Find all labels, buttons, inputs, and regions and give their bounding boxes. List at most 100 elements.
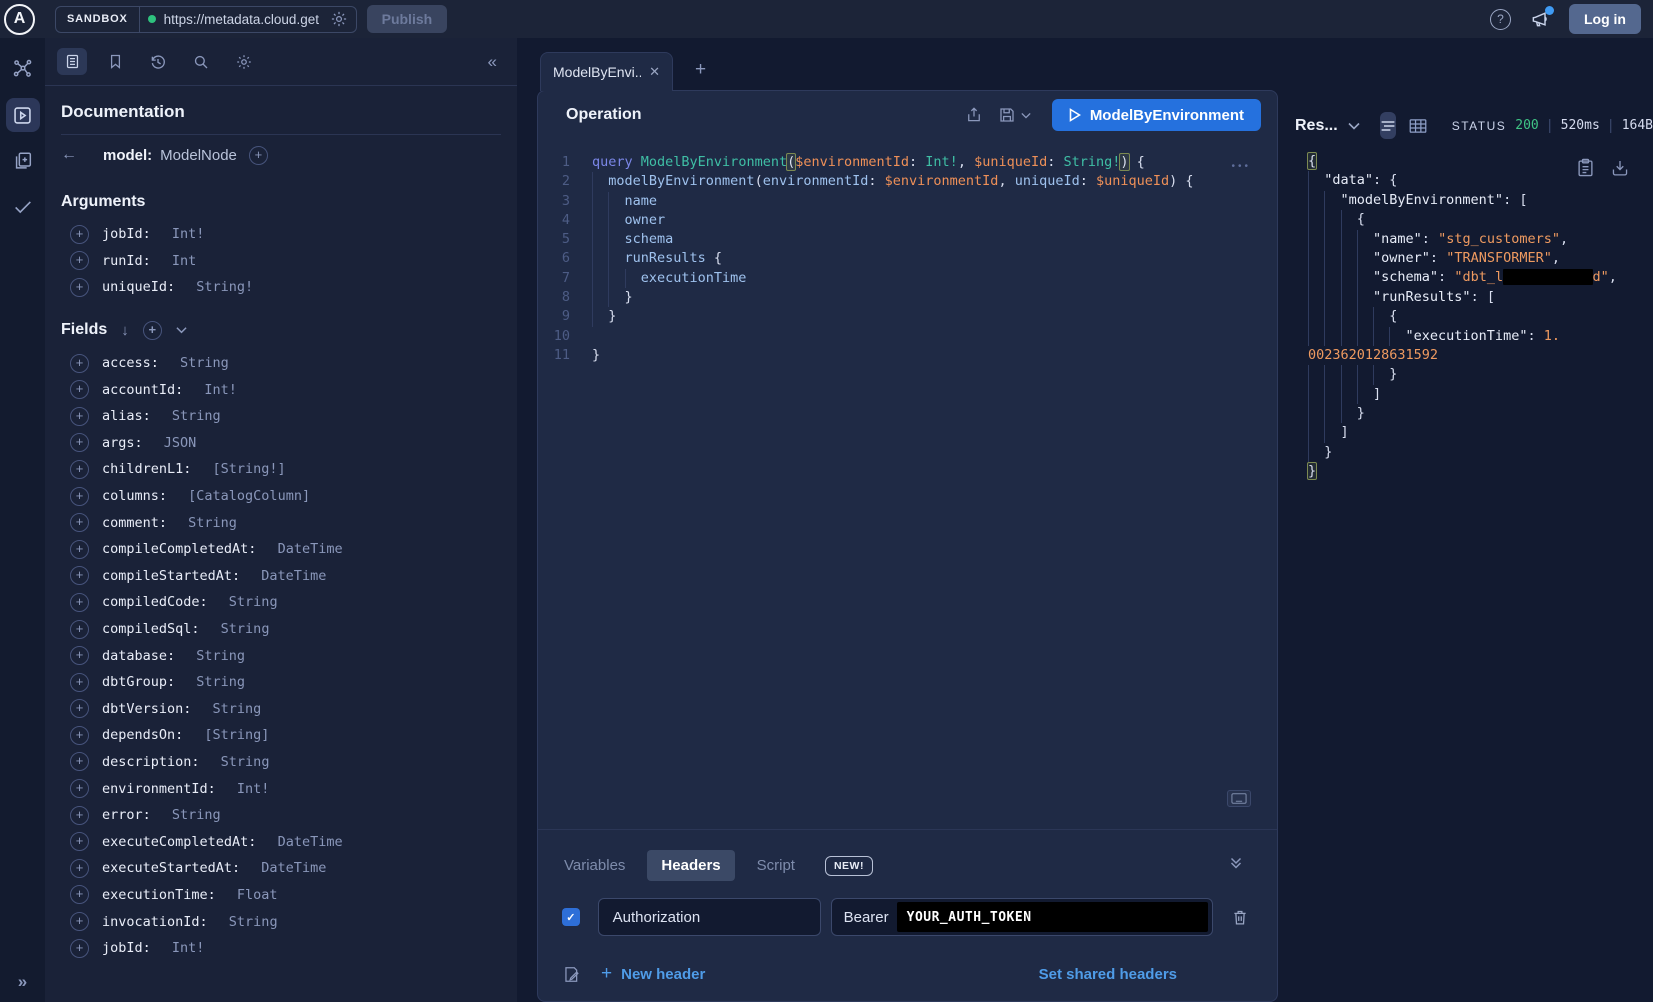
search-icon[interactable] (186, 48, 216, 75)
add-type-icon[interactable]: + (249, 146, 268, 165)
add-to-query-icon[interactable]: + (70, 673, 89, 692)
field-row[interactable]: +comment: String (61, 509, 501, 536)
field-row[interactable]: +alias: String (61, 403, 501, 430)
new-header-button[interactable]: + New header (601, 963, 705, 985)
add-to-query-icon[interactable]: + (70, 646, 89, 665)
delete-header-trash-icon[interactable] (1231, 908, 1249, 927)
field-row[interactable]: +args: JSON (61, 430, 501, 457)
field-row[interactable]: +database: String (61, 642, 501, 669)
copy-response-icon[interactable] (1577, 158, 1594, 177)
header-name-input[interactable]: Authorization (598, 898, 821, 936)
field-row[interactable]: +environmentId: Int! (61, 775, 501, 802)
save-chevron-down-icon[interactable] (1021, 112, 1031, 119)
add-to-query-icon[interactable]: + (70, 513, 89, 532)
field-row[interactable]: +columns: [CatalogColumn] (61, 483, 501, 510)
field-row[interactable]: +description: String (61, 749, 501, 776)
collapse-bottom-panel-icon[interactable] (1229, 856, 1243, 870)
field-row[interactable]: +dbtVersion: String (61, 696, 501, 723)
checklist-icon[interactable] (6, 190, 40, 224)
add-to-query-icon[interactable]: + (70, 540, 89, 559)
edit-headers-json-icon[interactable] (562, 965, 581, 984)
add-to-query-icon[interactable]: + (70, 433, 89, 452)
explorer-icon[interactable] (6, 98, 40, 132)
graphql-editor[interactable]: 1query ModelByEnvironment($environmentId… (538, 139, 1277, 829)
add-to-query-icon[interactable]: + (70, 752, 89, 771)
field-row[interactable]: +error: String (61, 802, 501, 829)
add-to-query-icon[interactable]: + (70, 251, 89, 270)
apollo-logo-icon[interactable]: A (4, 4, 35, 35)
auth-token-redacted-box[interactable]: YOUR_AUTH_TOKEN (897, 902, 1208, 932)
table-view-icon[interactable] (1409, 118, 1427, 134)
new-tab-icon[interactable]: + (695, 59, 706, 81)
announcements-megaphone-icon[interactable] (1529, 9, 1551, 29)
field-row[interactable]: +dbtGroup: String (61, 669, 501, 696)
add-to-query-icon[interactable]: + (70, 566, 89, 585)
add-to-query-icon[interactable]: + (70, 859, 89, 878)
add-to-query-icon[interactable]: + (70, 487, 89, 506)
run-operation-button[interactable]: ModelByEnvironment (1052, 99, 1261, 131)
field-row[interactable]: +compileStartedAt: DateTime (61, 563, 501, 590)
add-to-query-icon[interactable]: + (70, 779, 89, 798)
history-icon[interactable] (143, 48, 173, 75)
operation-tab[interactable]: ModelByEnvi... ✕ (540, 52, 673, 91)
add-to-query-icon[interactable]: + (70, 885, 89, 904)
response-chevron-down-icon[interactable] (1348, 122, 1360, 130)
add-to-query-icon[interactable]: + (70, 699, 89, 718)
settings-gear-icon[interactable] (229, 48, 259, 75)
sort-down-icon[interactable]: ↓ (121, 322, 129, 339)
field-row[interactable]: +executeCompletedAt: DateTime (61, 828, 501, 855)
response-json[interactable]: {"data": {"modelByEnvironment": [{"name"… (1295, 152, 1653, 482)
tab-variables[interactable]: Variables (562, 850, 627, 881)
endpoint-url-group[interactable]: https://metadata.cloud.get (140, 10, 356, 28)
add-to-query-icon[interactable]: + (70, 726, 89, 745)
field-row[interactable]: +executeStartedAt: DateTime (61, 855, 501, 882)
keyboard-shortcuts-icon[interactable] (1227, 790, 1251, 807)
chevron-down-icon[interactable] (176, 326, 187, 334)
field-row[interactable]: +compiledCode: String (61, 589, 501, 616)
argument-row[interactable]: +uniqueId: String! (61, 274, 501, 301)
publish-button[interactable]: Publish (367, 5, 448, 33)
endpoint-settings-gear-icon[interactable] (330, 10, 348, 28)
tab-headers[interactable]: Headers (647, 850, 734, 881)
operation-collections-icon[interactable] (6, 144, 40, 178)
header-enabled-checkbox[interactable]: ✓ (562, 908, 580, 926)
documentation-tab-icon[interactable] (57, 48, 87, 75)
add-to-query-icon[interactable]: + (70, 460, 89, 479)
field-row[interactable]: +access: String (61, 350, 501, 377)
add-to-query-icon[interactable]: + (70, 278, 89, 297)
add-to-query-icon[interactable]: + (70, 620, 89, 639)
add-to-query-icon[interactable]: + (70, 832, 89, 851)
field-row[interactable]: +childrenL1: [String!] (61, 456, 501, 483)
add-to-query-icon[interactable]: + (70, 407, 89, 426)
download-response-icon[interactable] (1611, 158, 1629, 177)
set-shared-headers-button[interactable]: Set shared headers (1039, 966, 1177, 983)
doc-body[interactable]: Documentation ← model: ModelNode + Argum… (45, 86, 517, 961)
bookmark-icon[interactable] (100, 48, 130, 75)
add-to-query-icon[interactable]: + (70, 912, 89, 931)
tab-script[interactable]: Script (755, 850, 797, 881)
model-type-link[interactable]: ModelNode (160, 147, 237, 164)
help-icon[interactable]: ? (1490, 9, 1511, 30)
add-to-query-icon[interactable]: + (70, 380, 89, 399)
field-row[interactable]: +jobId: Int! (61, 935, 501, 962)
field-row[interactable]: +compileCompletedAt: DateTime (61, 536, 501, 563)
back-arrow-icon[interactable]: ← (61, 146, 77, 164)
argument-row[interactable]: +jobId: Int! (61, 221, 501, 248)
field-row[interactable]: +invocationId: String (61, 908, 501, 935)
argument-row[interactable]: +runId: Int (61, 248, 501, 275)
add-to-query-icon[interactable]: + (70, 354, 89, 373)
collapse-panel-icon[interactable]: « (488, 52, 497, 72)
add-to-query-icon[interactable]: + (70, 225, 89, 244)
field-row[interactable]: +executionTime: Float (61, 882, 501, 909)
field-row[interactable]: +compiledSql: String (61, 616, 501, 643)
expand-rail-icon[interactable]: » (0, 972, 45, 992)
header-value-input[interactable]: Bearer YOUR_AUTH_TOKEN (831, 898, 1213, 936)
add-to-query-icon[interactable]: + (70, 593, 89, 612)
field-row[interactable]: +dependsOn: [String] (61, 722, 501, 749)
endpoint-url-input[interactable]: https://metadata.cloud.get (164, 12, 322, 27)
add-to-query-icon[interactable]: + (70, 806, 89, 825)
raw-view-icon[interactable] (1380, 112, 1396, 139)
field-row[interactable]: +accountId: Int! (61, 376, 501, 403)
add-all-fields-icon[interactable]: + (143, 321, 162, 340)
schema-graph-icon[interactable] (6, 52, 40, 86)
